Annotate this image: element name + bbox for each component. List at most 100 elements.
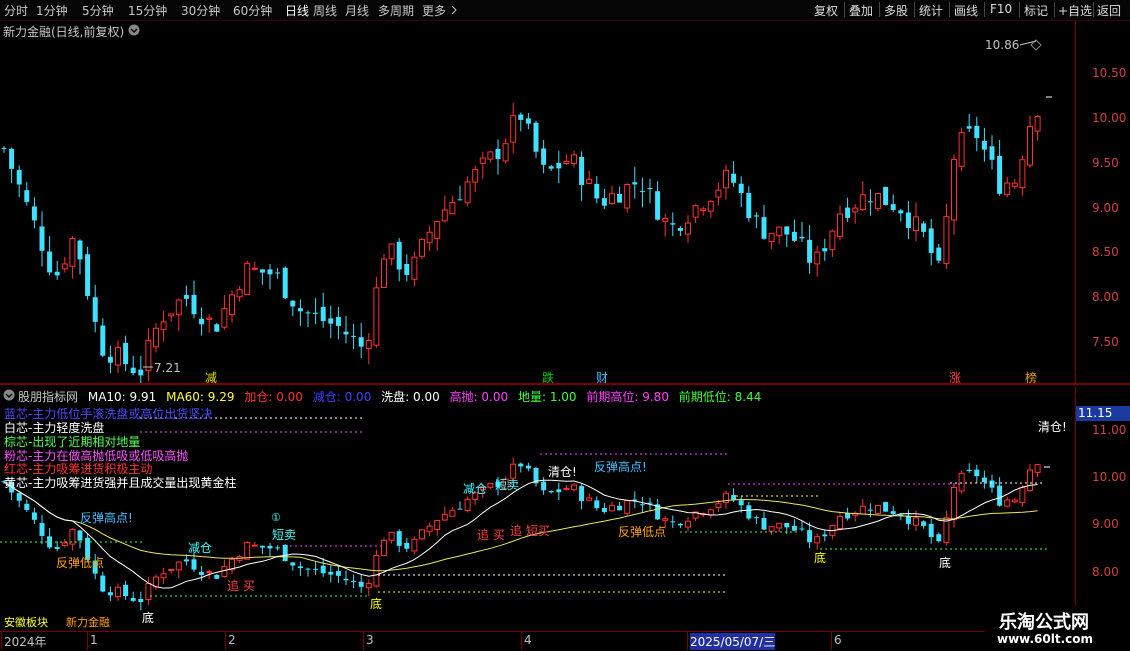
price-candle (153, 323, 159, 353)
indicator-panel[interactable]: 股朋指标网 MA10: 9.91 MA60: 9.29 加仓: 0.00 减仓:… (0, 386, 1075, 631)
signal-rebound-high: 反弹高点! (594, 459, 647, 474)
period-tab-fenshi[interactable]: 分时 (4, 2, 28, 19)
f10-button[interactable]: F10 (990, 2, 1012, 16)
date-axis-label: 4 (524, 633, 532, 647)
watermark-url: www.60lt.com (997, 632, 1094, 646)
price-candle (852, 204, 859, 224)
indicator-candle (837, 511, 843, 531)
current-value-badge: 11.15 (1076, 406, 1130, 421)
price-candle (396, 238, 402, 282)
indicator-candle (297, 561, 303, 576)
price-candle (434, 220, 441, 251)
price-candle (168, 313, 175, 322)
price-chart-panel[interactable]: 新力金融(日线,前复权) 10.86 7.21 减 跌 财 涨 榜 (0, 21, 1075, 385)
indicator-candle (859, 499, 866, 515)
indicator-candle (259, 545, 265, 554)
price-candle (556, 150, 562, 184)
indicator-candle (404, 537, 410, 553)
price-candle (753, 212, 759, 229)
period-tab-60min[interactable]: 60分钟 (233, 2, 272, 19)
price-candle (472, 165, 479, 193)
add-watchlist-button[interactable]: +自选 (1058, 2, 1092, 19)
indicator-candle (426, 522, 433, 537)
indicator-candle (267, 542, 273, 557)
price-candle (579, 151, 585, 201)
period-tab-weekly[interactable]: 周线 (313, 2, 337, 19)
stats-button[interactable]: 统计 (919, 2, 943, 19)
date-axis-label: 2024年 (4, 635, 47, 649)
multi-stock-button[interactable]: 多股 (884, 2, 908, 19)
date-axis-label: 2 (228, 633, 236, 647)
indicator-candle (100, 571, 106, 593)
indicator-candle (723, 490, 729, 509)
back-button[interactable]: 返回 (1097, 2, 1121, 19)
signal-rebound-low: 反弹低点 (618, 525, 666, 539)
more-chevron-icon[interactable] (450, 5, 458, 15)
period-tab-30min[interactable]: 30分钟 (181, 2, 220, 19)
price-candle (275, 268, 281, 279)
indicator-candle (609, 501, 615, 512)
indicator-candle (951, 484, 957, 528)
period-tab-monthly[interactable]: 月线 (345, 2, 369, 19)
price-candle (297, 299, 303, 326)
period-tab-1min[interactable]: 1分钟 (36, 2, 68, 19)
fuquan-button[interactable]: 复权 (814, 2, 838, 19)
indicator-candle (936, 532, 942, 543)
indicator-candle (61, 539, 68, 548)
indicator-candle (875, 505, 881, 516)
period-tab-multi[interactable]: 多周期 (378, 2, 414, 19)
indicator-candle (1004, 496, 1011, 508)
stock-name-tag[interactable]: 新力金融 (66, 614, 110, 630)
price-candle (981, 127, 987, 162)
indicator-candle (746, 501, 752, 521)
signal-bottom: 底 (939, 555, 951, 570)
price-candle (989, 135, 995, 170)
signal-reduce: 减仓 (188, 541, 212, 555)
price-candle (707, 199, 714, 218)
price-candle (632, 166, 638, 199)
price-candle (464, 176, 471, 207)
price-candle (647, 178, 653, 204)
indicator-chart: 反弹高点! 反弹低点 底 减仓 追 买 ① 短卖 底 减仓 短卖 追 买 追 短… (0, 417, 1067, 625)
price-candle (829, 229, 836, 257)
date-axis-label: 2025/05/07/三 (690, 633, 776, 650)
indicator-candle (153, 574, 159, 590)
price-candle (867, 189, 873, 216)
signal-chase-buy: 追 买 (477, 527, 505, 542)
overlay-button[interactable]: 叠加 (849, 2, 873, 19)
indicator-candle (388, 531, 395, 544)
price-candle (746, 186, 752, 222)
price-candle (518, 112, 524, 132)
indicator-candle (632, 491, 638, 509)
price-candle (290, 300, 296, 317)
period-tab-daily[interactable]: 日线 (285, 2, 309, 19)
indicator-candle (518, 462, 524, 473)
period-tab-5min[interactable]: 5分钟 (82, 2, 114, 19)
price-candle (571, 150, 577, 168)
price-candle (259, 269, 265, 285)
draw-line-button[interactable]: 画线 (954, 2, 978, 19)
signal-bottom: 底 (370, 596, 382, 611)
indicator-candle (328, 565, 334, 583)
indicator-candle (586, 493, 593, 501)
indicator-candle (305, 567, 311, 577)
indicator-candle (556, 482, 562, 501)
period-tab-15min[interactable]: 15分钟 (128, 2, 167, 19)
price-candle (776, 226, 783, 244)
price-candle (441, 195, 448, 223)
price-candle (426, 225, 433, 251)
sector-tag[interactable]: 安徽板块 (4, 614, 48, 630)
mark-button[interactable]: 标记 (1024, 2, 1048, 19)
indicator-candle (373, 549, 380, 588)
indicator-candle (441, 506, 448, 521)
price-candle (1034, 114, 1041, 141)
indicator-candle (791, 519, 797, 532)
period-tab-more[interactable]: 更多 (422, 2, 446, 19)
indicator-candle (921, 520, 927, 529)
price-candle (502, 138, 509, 164)
price-candle (807, 225, 813, 274)
price-candle (320, 292, 326, 328)
indicator-candle (320, 558, 326, 577)
signal-chase-buy: 追 买 (227, 578, 255, 593)
price-candle (305, 310, 311, 328)
